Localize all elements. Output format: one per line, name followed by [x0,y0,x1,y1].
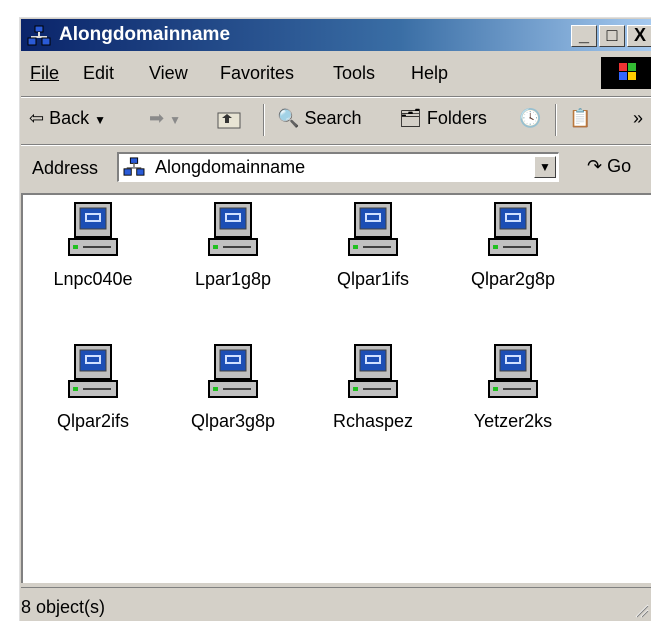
network-domain-icon [27,25,51,46]
title-bar[interactable]: Alongdomainname _ □ X [21,19,651,51]
address-field[interactable]: Alongdomainname ▼ [117,152,559,182]
computer-item-label: Qlpar3g8p [190,411,276,431]
maximize-button[interactable]: □ [599,25,625,47]
explorer-window: Alongdomainname _ □ X File Edit View Fav… [17,15,651,621]
move-to-icon: 📋 [569,108,592,128]
computer-icon [68,202,118,256]
computer-item[interactable]: Qlpar2g8p [453,201,573,290]
standard-toolbar: ⇦ Back ▼ ➡ ▼ 🔍 Search 🗂 Folders 🕓 � [21,97,651,142]
computer-icon [348,202,398,256]
computer-item[interactable]: Lpar1g8p [173,201,293,290]
address-value: Alongdomainname [155,157,306,177]
back-arrow-icon: ⇦ [29,108,45,128]
menu-bar: File Edit View Favorites Tools Help [21,54,651,92]
menu-view[interactable]: View [149,63,188,84]
search-button[interactable]: 🔍 Search [277,108,361,129]
computer-item[interactable]: Qlpar2ifs [33,343,153,432]
computer-item-label: Qlpar1ifs [336,269,410,289]
close-button[interactable]: X [627,25,651,47]
menu-file[interactable]: File [30,63,59,84]
computer-item[interactable]: Rchaspez [313,343,433,432]
computer-icon [68,344,118,398]
computer-item-label: Lnpc040e [53,269,133,289]
computer-item-label: Rchaspez [332,411,414,431]
computer-icon [208,344,258,398]
folders-button[interactable]: 🗂 Folders [399,108,487,129]
forward-arrow-icon: ➡ [149,108,165,128]
menu-favorites[interactable]: Favorites [220,63,294,84]
computer-item[interactable]: Qlpar1ifs [313,201,433,290]
toolbar-overflow-chevron[interactable]: » [633,108,643,129]
chevron-down-icon: ▼ [539,160,551,174]
window-title: Alongdomainname [59,24,231,45]
computer-item-label: Qlpar2g8p [470,269,556,289]
windows-logo-icon [601,57,651,89]
dropdown-arrow-icon: ▼ [94,113,107,127]
computer-item[interactable]: Lnpc040e [33,201,153,290]
dropdown-arrow-icon: ▼ [169,113,181,127]
address-bar: Address Alongdomainname ▼ ↷ Go [21,145,651,190]
up-folder-icon [217,112,241,129]
history-icon: 🕓 [519,108,542,128]
computer-item[interactable]: Qlpar3g8p [173,343,293,432]
address-dropdown-button[interactable]: ▼ [534,156,556,178]
go-button[interactable]: ↷ Go [587,156,631,177]
search-icon: 🔍 [277,108,300,128]
menu-help[interactable]: Help [411,63,448,84]
menu-edit[interactable]: Edit [83,63,114,84]
up-folder-button[interactable] [217,108,241,129]
status-text: 8 object(s) [21,597,106,617]
folders-icon: 🗂 [399,108,422,128]
file-list-view[interactable]: Lnpc040e Lpar1g8p Qlpar1ifs Qlpar2g8p Qlpar2… [21,193,651,583]
address-label: Address [32,158,99,178]
minimize-button[interactable]: _ [571,25,597,47]
history-button[interactable]: 🕓 [519,108,541,129]
computer-item-label: Qlpar2ifs [56,411,130,431]
toolbar-separator [555,104,557,136]
computer-icon [348,344,398,398]
forward-button[interactable]: ➡ ▼ [149,108,181,129]
computer-item[interactable]: Yetzer2ks [453,343,573,432]
computer-icon [208,202,258,256]
menu-tools[interactable]: Tools [333,63,375,84]
go-arrow-icon: ↷ [587,156,603,176]
computer-icon [488,202,538,256]
computer-item-label: Yetzer2ks [473,411,553,431]
computer-item-label: Lpar1g8p [194,269,272,289]
resize-grip-icon[interactable] [633,602,649,618]
status-bar: 8 object(s) [21,587,651,622]
move-to-button[interactable]: 📋 [569,108,591,129]
toolbar-separator [263,104,265,136]
computer-icon [488,344,538,398]
back-button[interactable]: ⇦ Back ▼ [29,108,106,129]
network-domain-icon [123,157,145,176]
